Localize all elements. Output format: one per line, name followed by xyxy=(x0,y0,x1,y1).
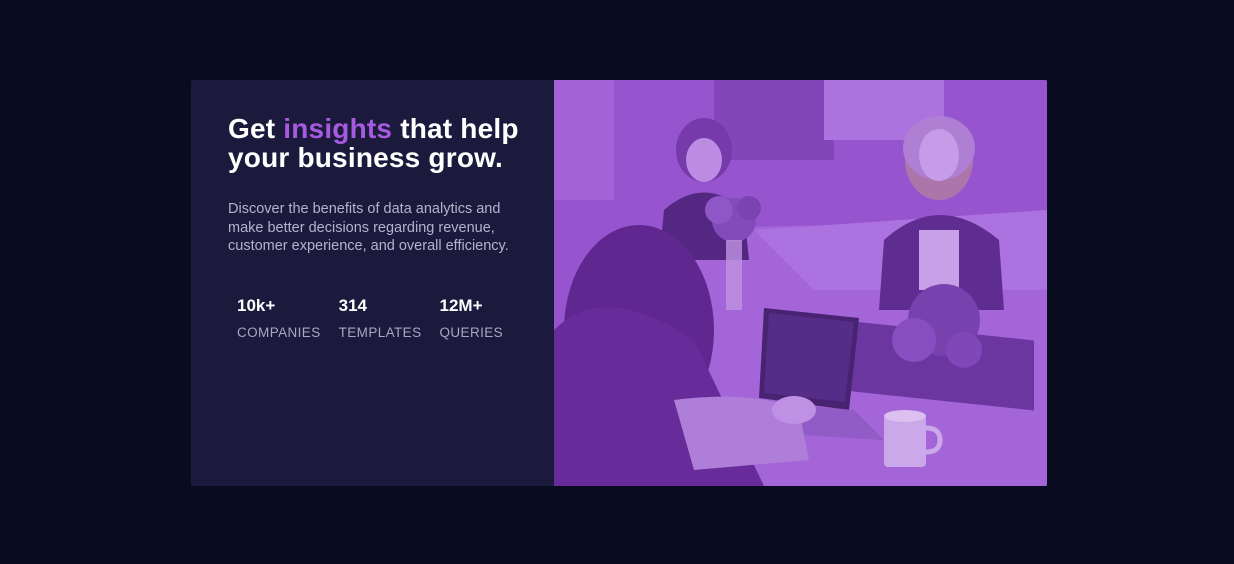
headline-accent: insights xyxy=(283,113,393,144)
stat-label: COMPANIES xyxy=(237,324,321,340)
office-team-photo xyxy=(554,80,1047,486)
stats-row: 10k+ COMPANIES 314 TEMPLATES 12M+ QUERIE… xyxy=(237,296,534,341)
hero-card: Get insights that help your business gro… xyxy=(191,80,1047,486)
hero-description: Discover the benefits of data analytics … xyxy=(228,201,509,254)
stat-value: 314 xyxy=(338,295,367,315)
stat-templates: 314 TEMPLATES xyxy=(339,296,422,341)
stat-label: TEMPLATES xyxy=(338,324,422,340)
stat-queries: 12M+ QUERIES xyxy=(440,296,504,341)
stat-value: 12M+ xyxy=(439,295,483,315)
hero-text-panel: Get insights that help your business gro… xyxy=(191,80,554,486)
stat-value: 10k+ xyxy=(237,295,276,315)
stat-companies: 10k+ COMPANIES xyxy=(237,296,321,341)
headline-start: Get xyxy=(228,113,284,144)
stat-label: QUERIES xyxy=(439,324,504,340)
hero-headline: Get insights that help your business gro… xyxy=(228,114,528,172)
photo-illustration xyxy=(554,80,1047,486)
